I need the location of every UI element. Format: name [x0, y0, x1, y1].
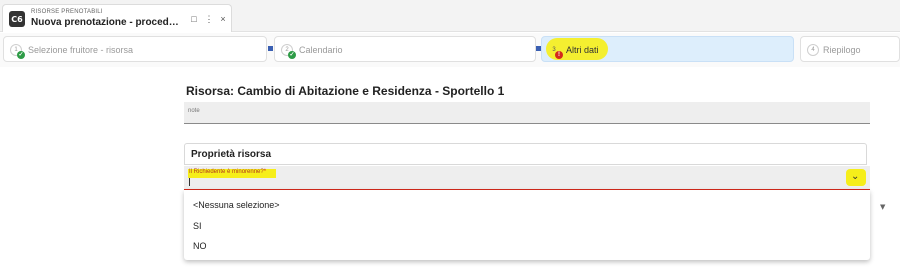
note-field[interactable]: note	[184, 102, 870, 124]
chevron-down-icon[interactable]: ⌄	[851, 171, 859, 182]
resource-title: Risorsa: Cambio di Abitazione e Residenz…	[186, 84, 505, 98]
step-label: Selezione fruitore - risorsa	[28, 45, 134, 55]
scroll-down-icon[interactable]: ▼	[880, 203, 885, 211]
app-logo-icon: C6	[9, 11, 25, 27]
select-dropdown: <Nessuna selezione> SI NO	[184, 190, 870, 260]
pin-tab-icon[interactable]: □	[189, 13, 199, 25]
minorenne-select[interactable]: Il Richiedente è minorenne?* ⌄	[184, 166, 870, 190]
step-label: Riepilogo	[823, 45, 861, 55]
required-mark: *	[263, 169, 267, 175]
step-altri-dati[interactable]: 3 ! Altri dati	[541, 36, 794, 62]
close-tab-icon[interactable]: ×	[218, 13, 228, 25]
more-options-icon[interactable]: ⋮	[204, 13, 214, 25]
error-icon: !	[555, 51, 563, 59]
step-connector	[268, 46, 273, 51]
text-caret	[189, 178, 190, 186]
step-selezione-fruitore[interactable]: 1 ✓ Selezione fruitore - risorsa	[3, 36, 267, 62]
option-nessuna-selezione[interactable]: <Nessuna selezione>	[193, 200, 280, 210]
check-icon: ✓	[17, 51, 25, 59]
step-label: Calendario	[299, 45, 343, 55]
option-no[interactable]: NO	[193, 241, 207, 251]
tab-subtitle: RISORSE PRENOTABILI	[31, 9, 103, 15]
properties-title: Proprietà risorsa	[191, 149, 272, 160]
option-si[interactable]: SI	[193, 221, 202, 231]
step-label: Altri dati	[566, 45, 599, 55]
check-icon: ✓	[288, 51, 296, 59]
select-label: Il Richiedente è minorenne?*	[189, 169, 267, 175]
step-calendario[interactable]: 2 ✓ Calendario	[274, 36, 536, 62]
step-riepilogo[interactable]: 4 Riepilogo	[800, 36, 900, 62]
tab-nuova-prenotazione[interactable]: C6 RISORSE PRENOTABILI Nuova prenotazion…	[2, 4, 232, 32]
tab-strip: C6 RISORSE PRENOTABILI Nuova prenotazion…	[0, 0, 900, 32]
note-label: note	[188, 108, 200, 114]
properties-panel: Proprietà risorsa	[184, 143, 867, 165]
wizard-stepper: 1 ✓ Selezione fruitore - risorsa 2 ✓ Cal…	[0, 33, 900, 67]
tab-title: Nuova prenotazione - procedura guid...	[31, 17, 181, 28]
step-number: 4	[807, 44, 819, 56]
